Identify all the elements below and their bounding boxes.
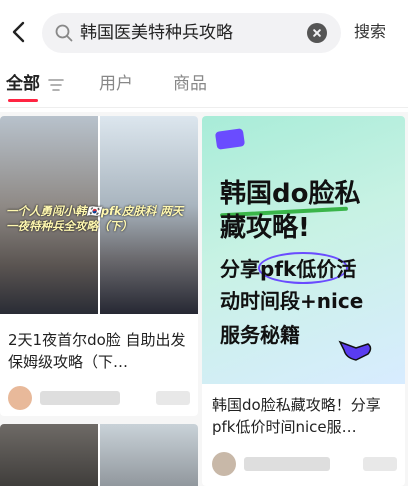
- clear-search-icon[interactable]: [307, 23, 327, 43]
- sparkle-mark-icon: [214, 128, 246, 150]
- search-icon: [55, 24, 73, 42]
- cover-poster: 韩国do脸私 藏攻略! 分享pfk低价活 动时间段+nice 服务秘籍: [202, 116, 405, 384]
- cover-photo-building: [100, 424, 198, 486]
- poster-line: 藏攻略!: [220, 213, 310, 243]
- poster-line: 服务秘籍: [220, 323, 300, 347]
- author-avatar[interactable]: [8, 386, 32, 410]
- card-title: 2天1夜首尔do脸 自助出发保姆级攻略（下…: [8, 331, 186, 371]
- author-avatar[interactable]: [212, 452, 236, 476]
- filter-icon[interactable]: [48, 78, 64, 92]
- result-card[interactable]: [0, 424, 198, 486]
- poster-line: 动时间段+nice: [220, 289, 364, 313]
- card-title: 韩国do脸私藏攻略！分享pfk低价时间nice服…: [212, 396, 381, 436]
- tab-all[interactable]: 全部: [6, 72, 40, 96]
- search-input[interactable]: 韩国医美特种兵攻略: [42, 13, 341, 53]
- tab-products[interactable]: 商品: [173, 72, 207, 96]
- result-card[interactable]: 韩国do脸私 藏攻略! 分享pfk低价活 动时间段+nice 服务秘籍 韩国do…: [202, 116, 405, 486]
- cover-overlay-text: 一个人勇闯小韩🇰🇷pfk皮肤科 两天一夜特种兵全攻略（下）: [6, 204, 184, 233]
- author-name-blurred: [244, 457, 330, 471]
- pointing-hand-icon: [338, 340, 372, 361]
- search-button[interactable]: 搜索: [354, 20, 386, 44]
- back-chevron-icon[interactable]: [8, 20, 30, 44]
- poster-line: 分享pfk低价活: [220, 257, 357, 281]
- tab-users[interactable]: 用户: [99, 72, 133, 96]
- result-card[interactable]: 一个人勇闯小韩🇰🇷pfk皮肤科 两天一夜特种兵全攻略（下） 2天1夜首尔do脸 …: [0, 116, 198, 416]
- cover-photo-interior: [0, 424, 98, 486]
- like-count-blurred[interactable]: [363, 457, 397, 471]
- like-count-blurred[interactable]: [156, 391, 190, 405]
- active-tab-indicator: [8, 99, 38, 102]
- poster-line: 韩国do脸私: [220, 179, 361, 209]
- search-query-text: 韩国医美特种兵攻略: [80, 23, 233, 43]
- author-name-blurred: [40, 391, 120, 405]
- top-search-bar: 韩国医美特种兵攻略 搜索: [0, 0, 408, 64]
- results-feed[interactable]: 一个人勇闯小韩🇰🇷pfk皮肤科 两天一夜特种兵全攻略（下） 2天1夜首尔do脸 …: [0, 112, 408, 486]
